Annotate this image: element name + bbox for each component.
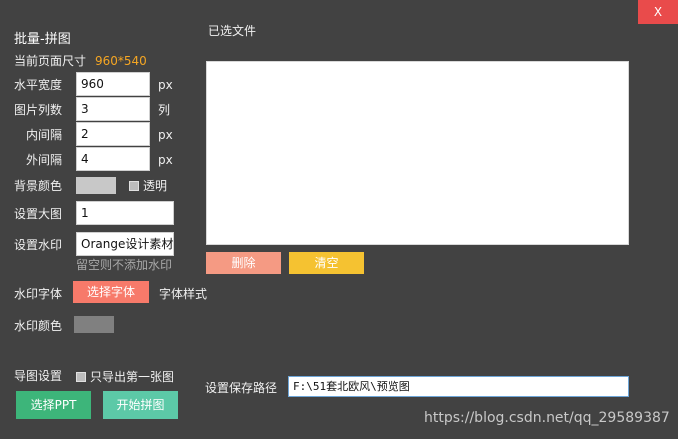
outer-gap-input[interactable]: 4 xyxy=(76,147,150,171)
close-button[interactable]: X xyxy=(638,0,678,24)
export-settings-label: 导图设置 xyxy=(14,369,63,383)
file-list[interactable] xyxy=(206,61,629,245)
transparent-checkbox[interactable] xyxy=(129,181,139,191)
font-style-label: 字体样式 xyxy=(159,287,208,301)
window-title: 批量-拼图 xyxy=(14,32,71,47)
watermark-font-label: 水印字体 xyxy=(14,287,63,301)
watermark-label: 设置水印 xyxy=(14,238,63,252)
transparent-label: 透明 xyxy=(143,179,168,193)
columns-unit: 列 xyxy=(158,103,171,117)
big-image-label: 设置大图 xyxy=(14,207,63,221)
background-color-label: 背景颜色 xyxy=(14,179,63,193)
outer-gap-label: 外间隔 xyxy=(26,153,63,167)
background-color-swatch[interactable] xyxy=(76,177,116,194)
first-only-checkbox[interactable] xyxy=(76,372,86,382)
width-unit: px xyxy=(158,78,173,92)
blog-watermark: https://blog.csdn.net/qq_29589387 xyxy=(424,410,670,426)
watermark-hint: 留空则不添加水印 xyxy=(76,258,173,272)
start-button[interactable]: 开始拼图 xyxy=(103,391,178,419)
big-image-input[interactable]: 1 xyxy=(76,201,174,225)
selected-files-title: 已选文件 xyxy=(208,24,257,38)
select-font-button[interactable]: 选择字体 xyxy=(73,281,149,303)
save-path-label: 设置保存路径 xyxy=(205,381,278,395)
inner-gap-label: 内间隔 xyxy=(26,128,63,142)
clear-button[interactable]: 清空 xyxy=(289,252,364,274)
inner-gap-input[interactable]: 2 xyxy=(76,122,150,146)
outer-gap-unit: px xyxy=(158,153,173,167)
width-label: 水平宽度 xyxy=(14,78,63,92)
first-only-label: 只导出第一张图 xyxy=(90,370,175,384)
inner-gap-unit: px xyxy=(158,128,173,142)
columns-label: 图片列数 xyxy=(14,103,63,117)
delete-button[interactable]: 删除 xyxy=(206,252,281,274)
page-size-label: 当前页面尺寸 xyxy=(14,54,87,68)
select-ppt-button[interactable]: 选择PPT xyxy=(16,391,91,419)
watermark-color-label: 水印颜色 xyxy=(14,319,63,333)
watermark-color-swatch[interactable] xyxy=(74,316,114,333)
watermark-input[interactable]: Orange设计素材 xyxy=(76,232,174,256)
page-size-value: 960*540 xyxy=(95,54,147,68)
width-input[interactable]: 960 xyxy=(76,72,150,96)
save-path-input[interactable]: F:\51套北欧风\预览图 xyxy=(288,376,629,397)
columns-input[interactable]: 3 xyxy=(76,97,150,121)
